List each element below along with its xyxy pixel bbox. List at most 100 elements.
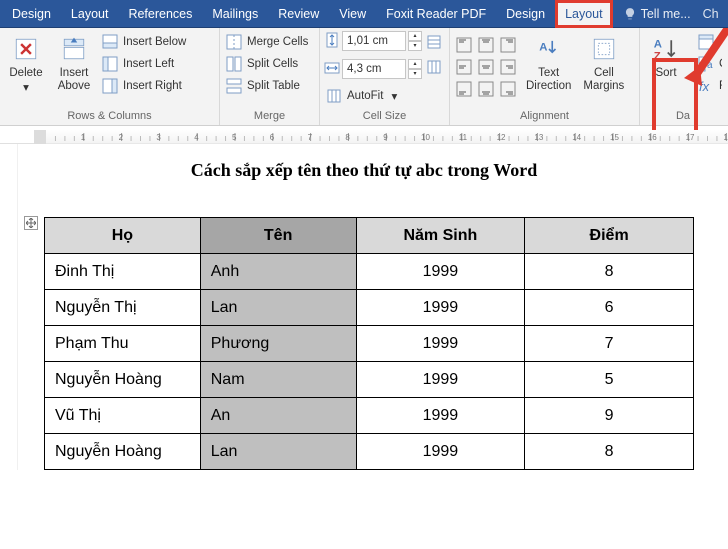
- header-diem[interactable]: Điểm: [525, 218, 694, 254]
- table-row[interactable]: Nguyễn ThịLan19996: [45, 290, 694, 326]
- text-direction-label1: Text: [538, 67, 559, 80]
- autofit-icon: [326, 88, 342, 104]
- cell-diem[interactable]: 5: [525, 362, 694, 398]
- insert-left-button[interactable]: Insert Left: [100, 55, 188, 73]
- align-mid-right[interactable]: [498, 57, 518, 77]
- cell-diem[interactable]: 8: [525, 254, 694, 290]
- insert-right-button[interactable]: Insert Right: [100, 77, 188, 95]
- align-mid-center[interactable]: [476, 57, 496, 77]
- distribute-rows-icon[interactable]: [426, 34, 442, 53]
- horizontal-ruler[interactable]: 123456789101112131415161718: [0, 130, 728, 144]
- cell-nam[interactable]: 1999: [356, 434, 525, 470]
- cell-diem[interactable]: 7: [525, 326, 694, 362]
- cell-diem[interactable]: 9: [525, 398, 694, 434]
- table-row[interactable]: Nguyễn HoàngLan19998: [45, 434, 694, 470]
- header-ten[interactable]: Tên: [200, 218, 356, 254]
- tab-table-layout[interactable]: Layout: [555, 0, 613, 28]
- table-header-row[interactable]: Họ Tên Năm Sinh Điểm: [45, 218, 694, 254]
- lightbulb-icon: [623, 7, 637, 21]
- group-data: AZ Sort aCon fxForm Da: [640, 28, 726, 125]
- col-width-input[interactable]: 4,3 cm: [342, 59, 406, 79]
- svg-text:5: 5: [232, 133, 237, 142]
- group-merge: Merge Cells Split Cells Split Table Merg…: [220, 28, 320, 125]
- tab-table-design[interactable]: Design: [496, 0, 555, 28]
- row-height-icon: [324, 32, 340, 51]
- cell-ho[interactable]: Phạm Thu: [45, 326, 201, 362]
- cell-ten[interactable]: An: [200, 398, 356, 434]
- repeat-header-button[interactable]: [696, 33, 722, 51]
- tab-foxit[interactable]: Foxit Reader PDF: [376, 0, 496, 28]
- table-row[interactable]: Nguyễn HoàngNam19995: [45, 362, 694, 398]
- tab-tell-me[interactable]: Tell me...: [613, 0, 701, 28]
- vertical-ruler[interactable]: [0, 144, 18, 470]
- cell-nam[interactable]: 1999: [356, 398, 525, 434]
- insert-right-label: Insert Right: [123, 80, 182, 92]
- tab-review[interactable]: Review: [268, 0, 329, 28]
- align-bot-center[interactable]: [476, 79, 496, 99]
- cell-nam[interactable]: 1999: [356, 326, 525, 362]
- distribute-cols-icon[interactable]: [426, 59, 442, 78]
- align-top-center[interactable]: [476, 35, 496, 55]
- cell-ten[interactable]: Anh: [200, 254, 356, 290]
- split-table-icon: [226, 78, 242, 94]
- cell-ten[interactable]: Phương: [200, 326, 356, 362]
- cell-ho[interactable]: Nguyễn Thị: [45, 290, 201, 326]
- cell-ten[interactable]: Lan: [200, 290, 356, 326]
- insert-right-icon: [102, 78, 118, 94]
- split-cells-button[interactable]: Split Cells: [224, 55, 310, 73]
- document-title: Cách sắp xếp tên theo thứ tự abc trong W…: [0, 160, 728, 181]
- cell-margins-label2: Margins: [583, 80, 624, 92]
- cell-ten[interactable]: Lan: [200, 434, 356, 470]
- autofit-button[interactable]: AutoFit▾: [324, 87, 422, 105]
- delete-button[interactable]: Delete ▾: [4, 31, 48, 96]
- cell-nam[interactable]: 1999: [356, 290, 525, 326]
- table-row[interactable]: Vũ ThịAn19999: [45, 398, 694, 434]
- align-mid-left[interactable]: [454, 57, 474, 77]
- table-row[interactable]: Đinh ThịAnh19998: [45, 254, 694, 290]
- sort-az-icon: AZ: [650, 33, 682, 65]
- tab-references[interactable]: References: [118, 0, 202, 28]
- cell-ho[interactable]: Nguyễn Hoàng: [45, 362, 201, 398]
- cell-margins-button[interactable]: Cell Margins: [579, 31, 628, 94]
- cell-ho[interactable]: Nguyễn Hoàng: [45, 434, 201, 470]
- tab-view[interactable]: View: [329, 0, 376, 28]
- cell-margins-icon: [588, 33, 620, 65]
- row-height-input[interactable]: 1,01 cm: [342, 31, 406, 51]
- cell-nam[interactable]: 1999: [356, 362, 525, 398]
- cell-diem[interactable]: 6: [525, 290, 694, 326]
- insert-above-button[interactable]: Insert Above: [52, 31, 96, 94]
- tab-layout[interactable]: Layout: [61, 0, 119, 28]
- text-direction-button[interactable]: A Text Direction: [522, 31, 575, 94]
- header-namsinh[interactable]: Năm Sinh: [356, 218, 525, 254]
- col-width-spinner[interactable]: ▴▾: [408, 59, 422, 79]
- svg-text:A: A: [539, 42, 547, 54]
- row-height-spinner[interactable]: ▴▾: [408, 31, 422, 51]
- table-move-handle[interactable]: [24, 216, 38, 230]
- ribbon-tabs: Design Layout References Mailings Review…: [0, 0, 728, 28]
- header-ho[interactable]: Họ: [45, 218, 201, 254]
- cell-ho[interactable]: Vũ Thị: [45, 398, 201, 434]
- sort-button[interactable]: AZ Sort: [644, 31, 688, 82]
- tab-mailings[interactable]: Mailings: [202, 0, 268, 28]
- svg-text:15: 15: [610, 133, 619, 142]
- insert-left-label: Insert Left: [123, 58, 174, 70]
- data-table[interactable]: Họ Tên Năm Sinh Điểm Đinh ThịAnh19998Ngu…: [44, 217, 694, 470]
- cell-nam[interactable]: 1999: [356, 254, 525, 290]
- cell-ho[interactable]: Đinh Thị: [45, 254, 201, 290]
- cell-diem[interactable]: 8: [525, 434, 694, 470]
- formula-button[interactable]: fxForm: [696, 77, 722, 95]
- split-table-button[interactable]: Split Table: [224, 77, 310, 95]
- align-top-right[interactable]: [498, 35, 518, 55]
- merge-cells-button[interactable]: Merge Cells: [224, 33, 310, 51]
- align-top-left[interactable]: [454, 35, 474, 55]
- align-bot-left[interactable]: [454, 79, 474, 99]
- insert-below-button[interactable]: Insert Below: [100, 33, 188, 51]
- split-table-label: Split Table: [247, 80, 300, 92]
- convert-to-text-button[interactable]: aCon: [696, 55, 722, 73]
- insert-above-icon: [58, 33, 90, 65]
- svg-text:A: A: [654, 38, 662, 50]
- tab-design[interactable]: Design: [2, 0, 61, 28]
- cell-ten[interactable]: Nam: [200, 362, 356, 398]
- table-row[interactable]: Phạm ThuPhương19997: [45, 326, 694, 362]
- align-bot-right[interactable]: [498, 79, 518, 99]
